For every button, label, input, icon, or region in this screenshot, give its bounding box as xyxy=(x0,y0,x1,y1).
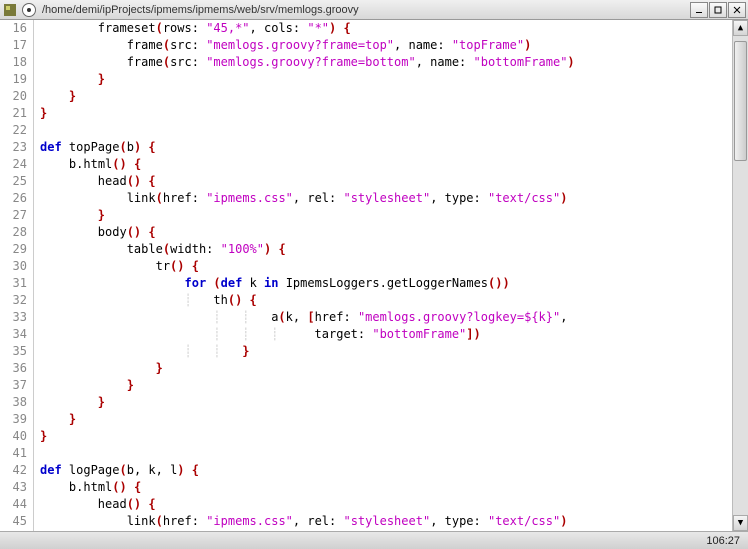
line-number: 42 xyxy=(0,462,27,479)
line-number: 25 xyxy=(0,173,27,190)
scrollbar-thumb[interactable] xyxy=(734,41,747,161)
code-line[interactable]: def topPage(b) { xyxy=(40,139,732,156)
code-line[interactable]: b.html() { xyxy=(40,479,732,496)
line-number: 33 xyxy=(0,309,27,326)
code-line[interactable]: } xyxy=(40,71,732,88)
line-number: 18 xyxy=(0,54,27,71)
line-number: 17 xyxy=(0,37,27,54)
code-line[interactable]: } xyxy=(40,105,732,122)
code-line[interactable]: link(href: "ipmems.css", rel: "styleshee… xyxy=(40,190,732,207)
line-number: 24 xyxy=(0,156,27,173)
code-line[interactable]: def logPage(b, k, l) { xyxy=(40,462,732,479)
line-number: 35 xyxy=(0,343,27,360)
line-number: 22 xyxy=(0,122,27,139)
app-icon xyxy=(2,2,18,18)
line-number: 36 xyxy=(0,360,27,377)
code-line[interactable]: frameset(rows: "45,*", cols: "*") { xyxy=(40,20,732,37)
line-number: 30 xyxy=(0,258,27,275)
line-number: 28 xyxy=(0,224,27,241)
maximize-button[interactable] xyxy=(709,2,727,18)
code-line[interactable] xyxy=(40,122,732,139)
code-line[interactable]: ┊ th() { xyxy=(40,292,732,309)
modified-indicator-icon xyxy=(22,3,36,17)
line-number: 43 xyxy=(0,479,27,496)
window-controls xyxy=(689,2,746,18)
code-line[interactable]: tr() { xyxy=(40,258,732,275)
status-bar: 106:27 xyxy=(0,531,748,549)
line-number: 32 xyxy=(0,292,27,309)
scrollbar-track[interactable] xyxy=(733,36,748,515)
line-number: 29 xyxy=(0,241,27,258)
code-line[interactable]: frame(src: "memlogs.groovy?frame=bottom"… xyxy=(40,54,732,71)
line-number: 27 xyxy=(0,207,27,224)
code-line[interactable]: ┊ ┊ ┊ target: "bottomFrame"]) xyxy=(40,326,732,343)
line-number: 16 xyxy=(0,20,27,37)
scroll-up-button[interactable]: ▲ xyxy=(733,20,748,36)
minimize-button[interactable] xyxy=(690,2,708,18)
window-titlebar: /home/demi/ipProjects/ipmems/ipmems/web/… xyxy=(0,0,748,20)
code-line[interactable]: } xyxy=(40,88,732,105)
line-number: 19 xyxy=(0,71,27,88)
code-editor[interactable]: frameset(rows: "45,*", cols: "*") { fram… xyxy=(34,20,732,531)
line-number: 45 xyxy=(0,513,27,530)
code-line[interactable]: } xyxy=(40,377,732,394)
line-number: 39 xyxy=(0,411,27,428)
line-number: 40 xyxy=(0,428,27,445)
code-line[interactable]: frame(src: "memlogs.groovy?frame=top", n… xyxy=(40,37,732,54)
line-number: 37 xyxy=(0,377,27,394)
vertical-scrollbar[interactable]: ▲ ▼ xyxy=(732,20,748,531)
code-line[interactable]: } xyxy=(40,428,732,445)
code-line[interactable]: for (def k in IpmemsLoggers.getLoggerNam… xyxy=(40,275,732,292)
code-line[interactable]: b.html() { xyxy=(40,156,732,173)
cursor-position: 106:27 xyxy=(706,535,740,547)
line-number: 26 xyxy=(0,190,27,207)
line-number-gutter: 1617181920212223242526272829303132333435… xyxy=(0,20,34,531)
code-line[interactable]: head() { xyxy=(40,173,732,190)
line-number: 34 xyxy=(0,326,27,343)
line-number: 20 xyxy=(0,88,27,105)
line-number: 38 xyxy=(0,394,27,411)
code-line[interactable]: } xyxy=(40,411,732,428)
line-number: 21 xyxy=(0,105,27,122)
code-line[interactable]: } xyxy=(40,394,732,411)
code-line[interactable]: table(width: "100%") { xyxy=(40,241,732,258)
window-title-path: /home/demi/ipProjects/ipmems/ipmems/web/… xyxy=(42,4,689,16)
code-line[interactable]: ┊ ┊ } xyxy=(40,343,732,360)
scroll-down-button[interactable]: ▼ xyxy=(733,515,748,531)
line-number: 41 xyxy=(0,445,27,462)
line-number: 44 xyxy=(0,496,27,513)
code-line[interactable]: ┊ ┊ a(k, [href: "memlogs.groovy?logkey=$… xyxy=(40,309,732,326)
close-button[interactable] xyxy=(728,2,746,18)
code-line[interactable]: } xyxy=(40,360,732,377)
code-line[interactable] xyxy=(40,445,732,462)
code-line[interactable]: body() { xyxy=(40,224,732,241)
line-number: 31 xyxy=(0,275,27,292)
code-line[interactable]: head() { xyxy=(40,496,732,513)
editor-area: 1617181920212223242526272829303132333435… xyxy=(0,20,748,531)
code-line[interactable]: link(href: "ipmems.css", rel: "styleshee… xyxy=(40,513,732,530)
line-number: 23 xyxy=(0,139,27,156)
code-line[interactable]: } xyxy=(40,207,732,224)
